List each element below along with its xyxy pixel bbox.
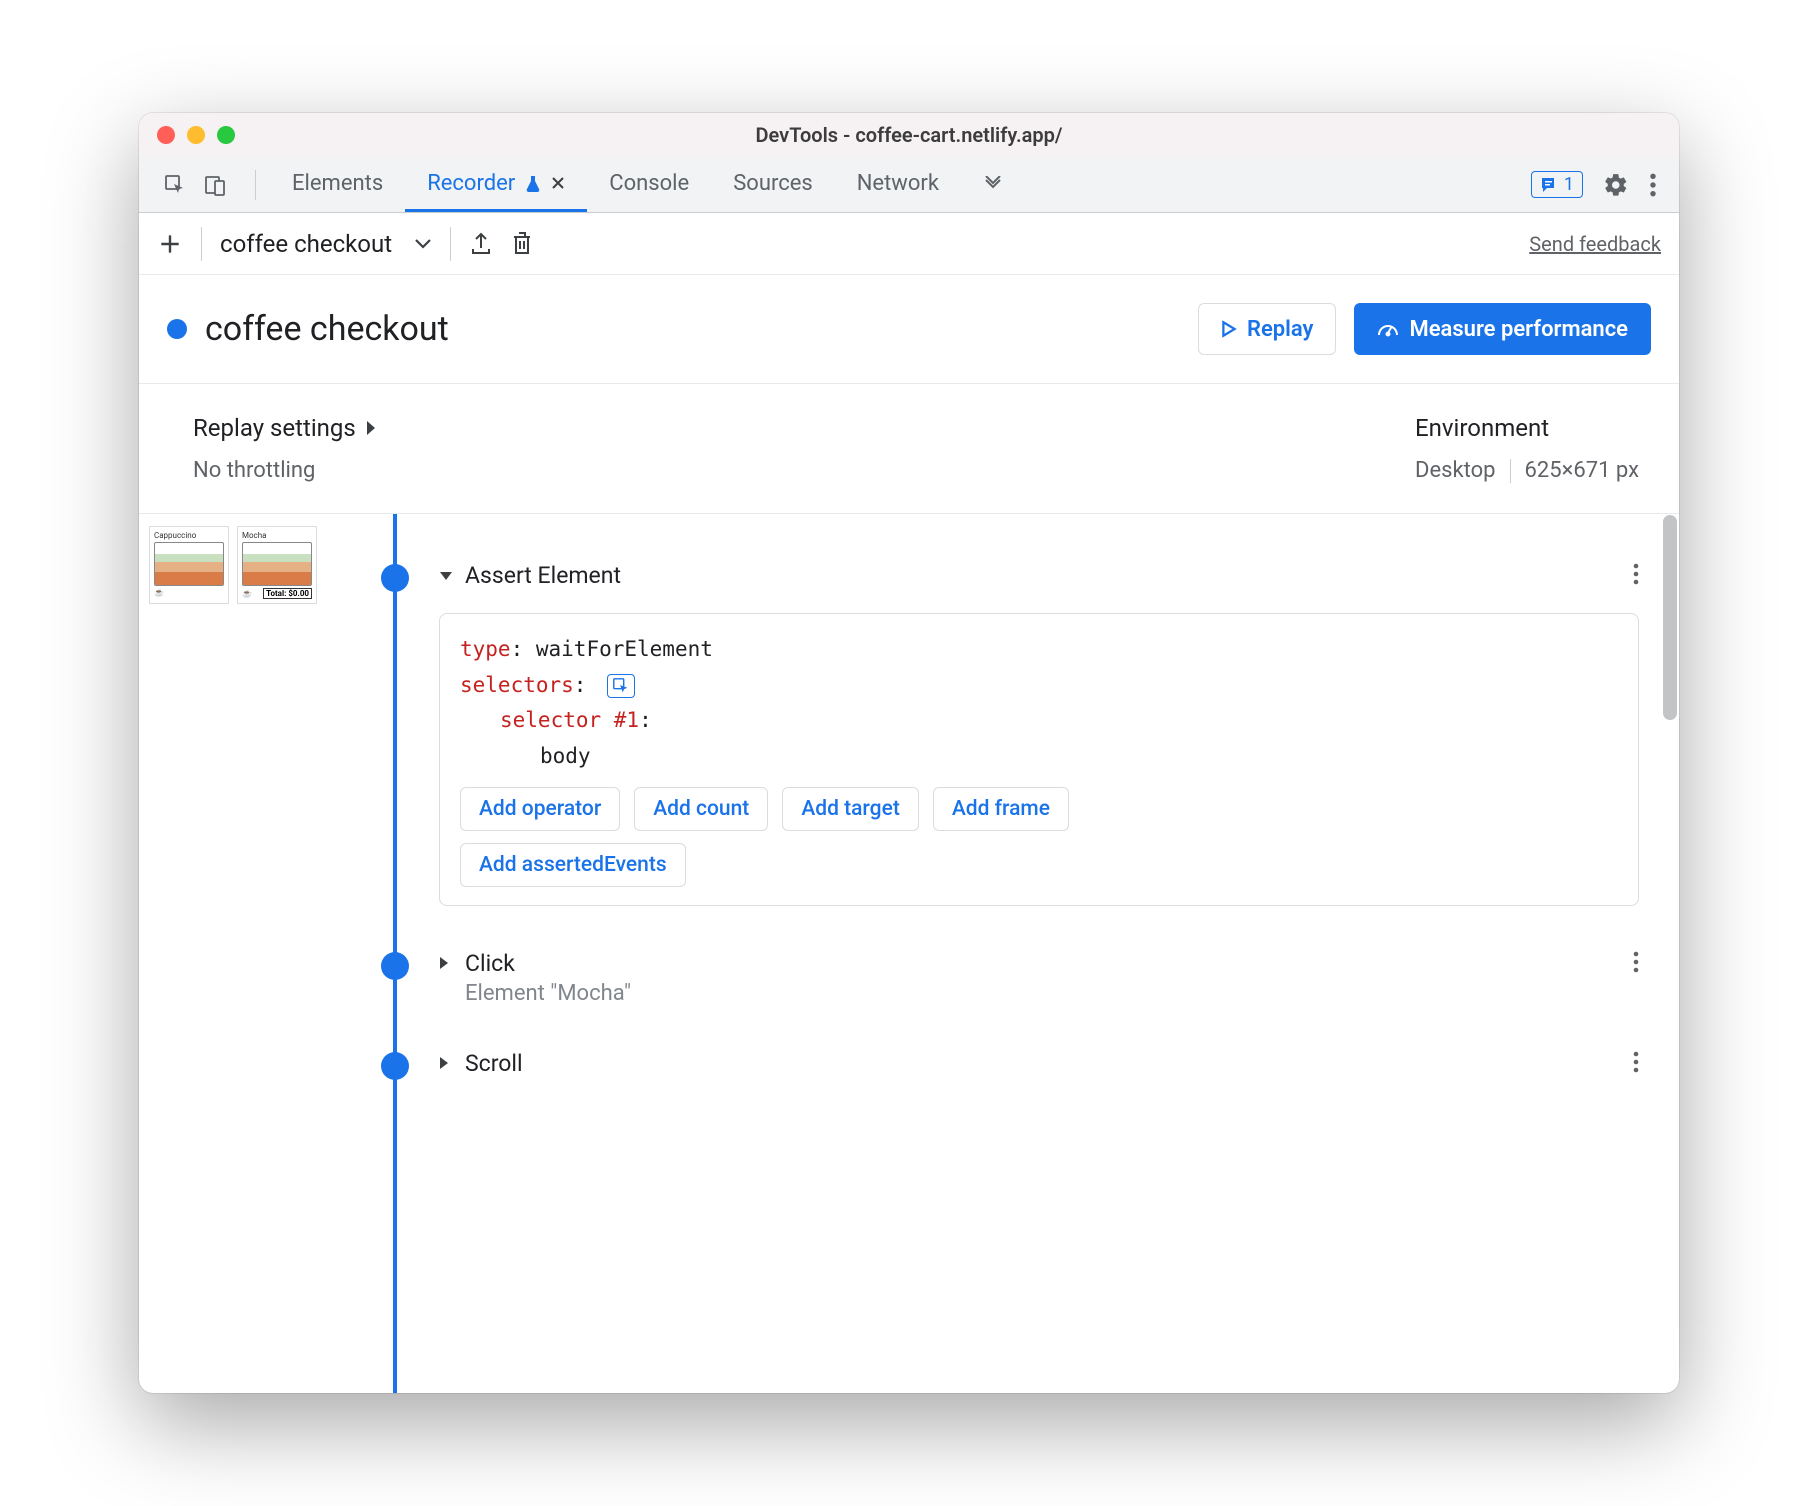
- timeline: Assert Element type: waitForElement sele…: [349, 514, 1679, 1393]
- json-key-selectors: selectors: [460, 673, 574, 697]
- tab-recorder[interactable]: Recorder: [405, 157, 587, 212]
- flask-icon: [525, 174, 541, 192]
- replay-settings-toggle[interactable]: Replay settings: [193, 414, 376, 442]
- more-menu-icon[interactable]: [1649, 172, 1657, 198]
- maximize-window-button[interactable]: [217, 126, 235, 144]
- element-picker-icon[interactable]: [607, 674, 635, 698]
- add-operator-button[interactable]: Add operator: [460, 787, 620, 831]
- json-val-selector-body: body: [540, 744, 591, 768]
- caret-right-icon: [439, 1056, 455, 1070]
- recorder-toolbar: coffee checkout Send feedback: [139, 213, 1679, 275]
- environment-label: Environment: [1415, 414, 1549, 442]
- step-scroll: Scroll: [373, 1050, 1639, 1077]
- tab-console[interactable]: Console: [587, 157, 711, 212]
- minimize-window-button[interactable]: [187, 126, 205, 144]
- scrollbar[interactable]: [1663, 515, 1677, 720]
- step-assert-element: Assert Element type: waitForElement sele…: [373, 562, 1639, 906]
- close-window-button[interactable]: [157, 126, 175, 144]
- inspect-element-icon[interactable]: [163, 173, 187, 197]
- measure-performance-button[interactable]: Measure performance: [1354, 303, 1651, 355]
- step-header[interactable]: Scroll: [439, 1050, 1639, 1077]
- environment-device: Desktop: [1415, 458, 1496, 483]
- step-more-icon[interactable]: [1633, 1050, 1639, 1074]
- devtools-tabbar: Elements Recorder Console Sources Networ…: [139, 157, 1679, 213]
- step-header[interactable]: Assert Element: [439, 562, 1639, 589]
- gauge-icon: [1377, 319, 1399, 339]
- add-count-button[interactable]: Add count: [634, 787, 768, 831]
- tab-sources[interactable]: Sources: [711, 157, 835, 212]
- add-target-button[interactable]: Add target: [782, 787, 919, 831]
- step-dot: [381, 564, 409, 592]
- step-title: Assert Element: [465, 562, 621, 589]
- step-subtitle: Element "Mocha": [465, 981, 1639, 1006]
- step-dot: [381, 1052, 409, 1080]
- throttling-value: No throttling: [193, 458, 376, 483]
- new-recording-icon[interactable]: [157, 231, 183, 257]
- screenshot-thumbnail[interactable]: Mocha ☕Total: $0.00: [237, 526, 317, 604]
- step-title: Click: [465, 950, 515, 977]
- recorder-content: Cappuccino ☕ Mocha ☕Total: $0.00: [139, 514, 1679, 1393]
- window-title: DevTools - coffee-cart.netlify.app/: [139, 123, 1679, 147]
- tab-elements[interactable]: Elements: [270, 157, 405, 212]
- recording-status-dot: [167, 319, 187, 339]
- measure-label: Measure performance: [1409, 317, 1628, 342]
- recording-selector[interactable]: coffee checkout: [220, 230, 432, 258]
- replay-button[interactable]: Replay: [1198, 303, 1336, 355]
- recording-name: coffee checkout: [220, 230, 392, 258]
- add-frame-button[interactable]: Add frame: [933, 787, 1069, 831]
- delete-icon[interactable]: [511, 231, 533, 257]
- export-icon[interactable]: [469, 231, 493, 257]
- tab-label: Sources: [733, 171, 813, 196]
- issues-badge[interactable]: 1: [1531, 171, 1583, 198]
- json-val-type: waitForElement: [536, 637, 713, 661]
- step-body: type: waitForElement selectors: selector…: [439, 613, 1639, 906]
- environment-viewport: 625×671 px: [1525, 458, 1640, 483]
- tab-label: Elements: [292, 171, 383, 196]
- issues-count: 1: [1564, 174, 1574, 195]
- more-tabs-button[interactable]: [961, 157, 1025, 212]
- recording-title: coffee checkout: [205, 309, 449, 349]
- screenshot-thumbnail[interactable]: Cappuccino ☕: [149, 526, 229, 604]
- recording-header: coffee checkout Replay Measure performan…: [139, 275, 1679, 384]
- tab-network[interactable]: Network: [835, 157, 961, 212]
- json-key-selector-num: selector #1: [500, 708, 639, 732]
- step-dot: [381, 952, 409, 980]
- caret-down-icon: [439, 571, 455, 581]
- device-toggle-icon[interactable]: [203, 173, 227, 197]
- play-icon: [1221, 320, 1237, 338]
- tab-label: Console: [609, 171, 689, 196]
- screenshot-thumbnails: Cappuccino ☕ Mocha ☕Total: $0.00: [139, 514, 349, 1393]
- settings-gear-icon[interactable]: [1603, 172, 1629, 198]
- traffic-lights: [157, 126, 235, 144]
- json-key-type: type: [460, 637, 511, 661]
- step-more-icon[interactable]: [1633, 950, 1639, 974]
- send-feedback-link[interactable]: Send feedback: [1529, 232, 1661, 256]
- step-header[interactable]: Click: [439, 950, 1639, 977]
- replay-settings-label: Replay settings: [193, 414, 356, 442]
- close-tab-icon[interactable]: [551, 176, 565, 190]
- titlebar: DevTools - coffee-cart.netlify.app/: [139, 113, 1679, 157]
- settings-row: Replay settings No throttling Environmen…: [139, 384, 1679, 514]
- replay-label: Replay: [1247, 317, 1313, 342]
- chevron-down-icon: [414, 238, 432, 250]
- tab-label: Network: [857, 171, 939, 196]
- step-click: Click Element "Mocha": [373, 950, 1639, 1006]
- env-separator: [1510, 459, 1511, 483]
- devtools-window: DevTools - coffee-cart.netlify.app/ Elem…: [139, 113, 1679, 1393]
- tab-label: Recorder: [427, 171, 515, 196]
- add-asserted-events-button[interactable]: Add assertedEvents: [460, 843, 686, 887]
- step-more-icon[interactable]: [1633, 562, 1639, 586]
- step-title: Scroll: [465, 1050, 523, 1077]
- caret-right-icon: [439, 956, 455, 970]
- caret-right-icon: [366, 420, 376, 436]
